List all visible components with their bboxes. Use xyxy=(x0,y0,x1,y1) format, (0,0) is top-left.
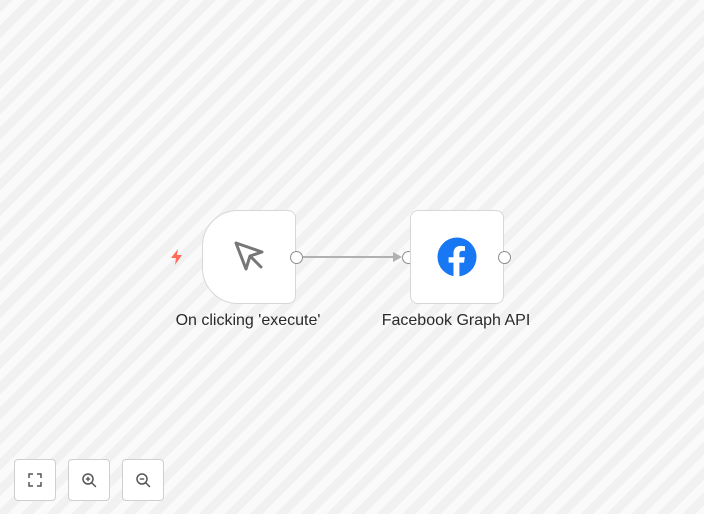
connection-arrow-icon xyxy=(393,252,402,262)
mouse-pointer-icon xyxy=(234,241,264,271)
connection-line xyxy=(303,252,402,262)
facebook-node-label: Facebook Graph API xyxy=(381,312,531,329)
trigger-output-handle[interactable] xyxy=(290,251,303,264)
action-output-handle[interactable] xyxy=(498,251,511,264)
zoom-in-button[interactable] xyxy=(68,459,110,501)
zoom-out-icon xyxy=(136,473,151,488)
lightning-bolt-icon xyxy=(171,249,182,265)
fit-view-icon xyxy=(28,473,42,487)
zoom-out-button[interactable] xyxy=(122,459,164,501)
canvas-controls xyxy=(14,459,164,501)
zoom-in-icon xyxy=(82,473,97,488)
workflow-canvas[interactable]: On clicking 'execute' Facebook Graph API xyxy=(0,0,704,514)
trigger-node[interactable] xyxy=(202,210,296,304)
trigger-node-label: On clicking 'execute' xyxy=(175,312,321,329)
fit-view-button[interactable] xyxy=(14,459,56,501)
facebook-icon xyxy=(437,237,477,277)
facebook-node[interactable] xyxy=(410,210,504,304)
